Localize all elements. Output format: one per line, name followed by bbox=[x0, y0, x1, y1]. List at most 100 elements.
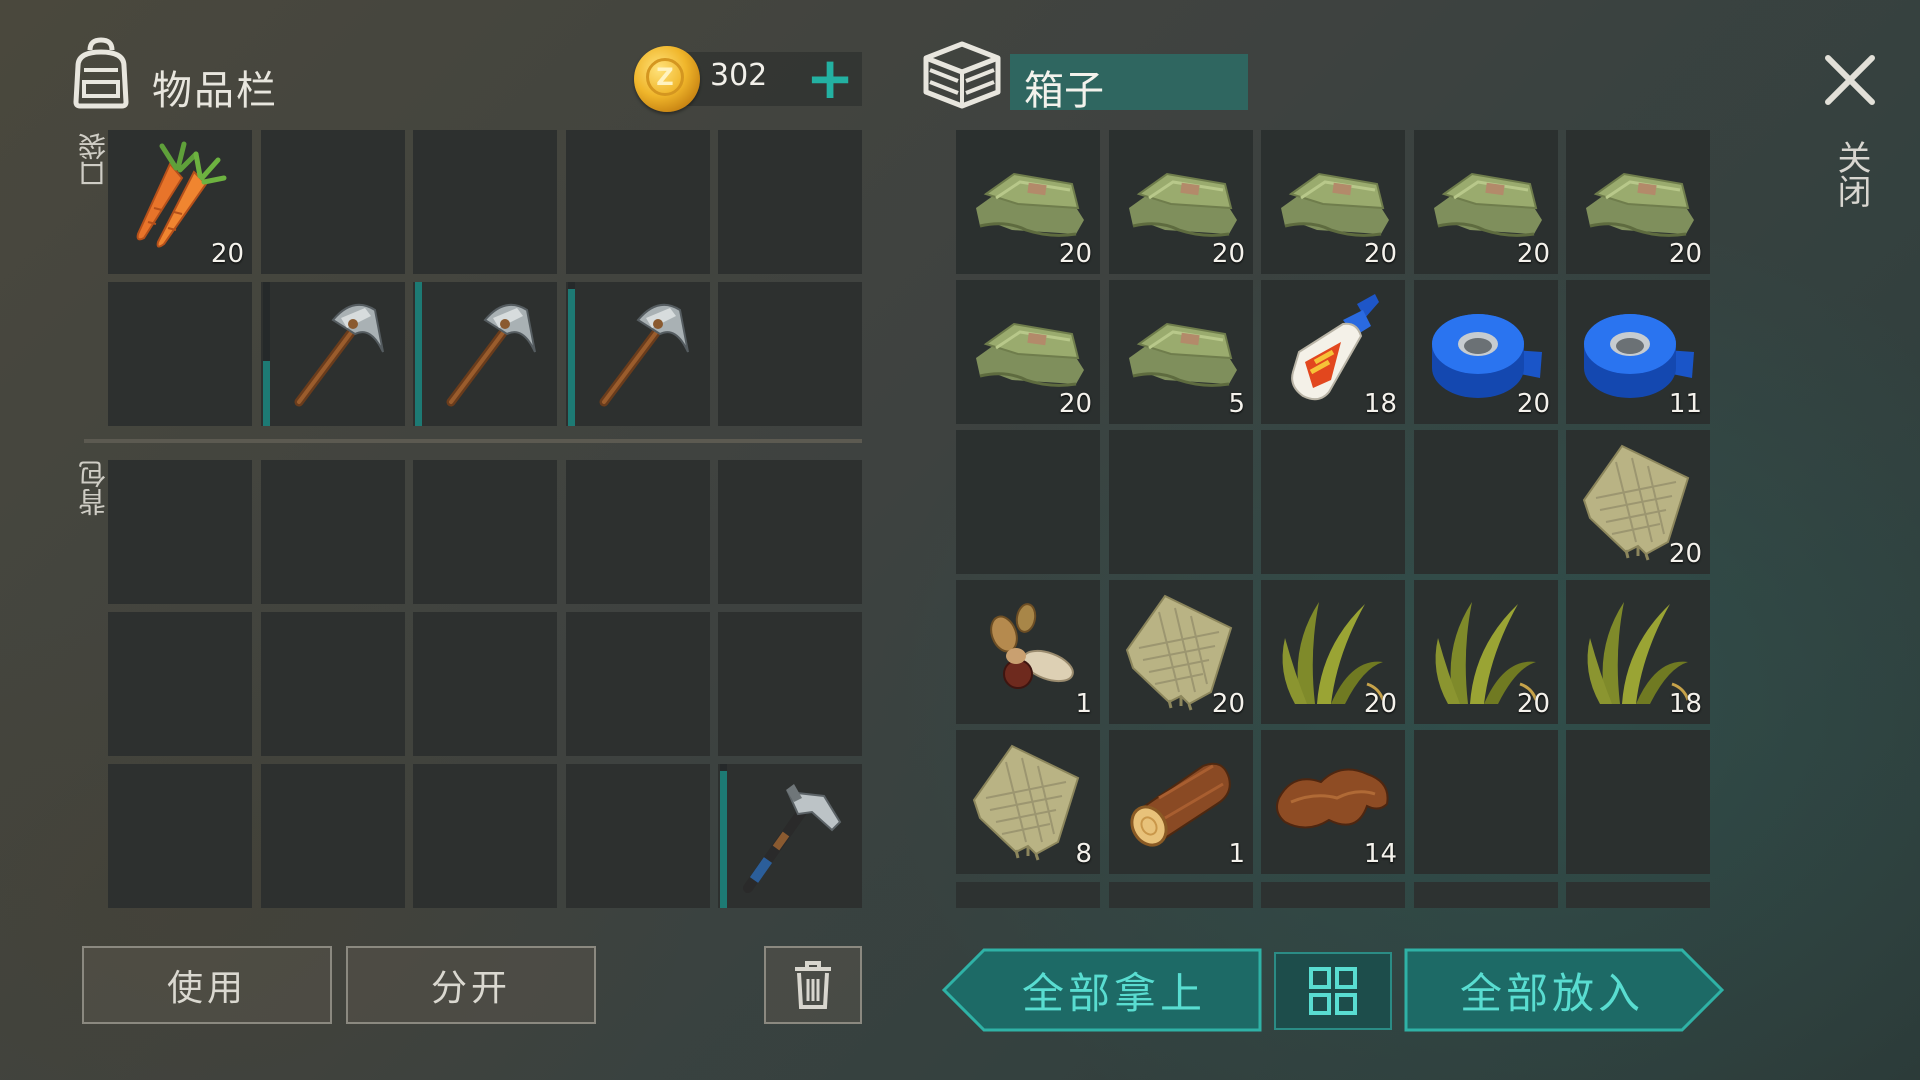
box-slot-partial[interactable] bbox=[956, 882, 1100, 908]
box-slot[interactable]: 5 bbox=[1109, 280, 1253, 424]
backpack-slot[interactable] bbox=[108, 460, 252, 604]
box-slot[interactable]: 1 bbox=[1109, 730, 1253, 874]
pocket-slot[interactable] bbox=[413, 282, 557, 426]
use-button[interactable]: 使用 bbox=[82, 946, 332, 1024]
box-slot[interactable]: 20 bbox=[1414, 130, 1558, 274]
box-slot[interactable]: 20 bbox=[1109, 130, 1253, 274]
pocket-slot[interactable] bbox=[261, 282, 405, 426]
item-count: 20 bbox=[1668, 539, 1702, 569]
box-slot-partial[interactable] bbox=[1261, 882, 1405, 908]
put-all-button[interactable]: 全部放入 bbox=[1404, 948, 1726, 1032]
box-slot[interactable]: 20 bbox=[1566, 130, 1710, 274]
box-slot[interactable]: 8 bbox=[956, 730, 1100, 874]
pocket-slot[interactable] bbox=[566, 130, 710, 274]
pickaxe-icon bbox=[271, 290, 395, 414]
box-slot[interactable]: 11 bbox=[1566, 280, 1710, 424]
item-count: 1 bbox=[1228, 839, 1245, 869]
backpack-slot[interactable] bbox=[108, 612, 252, 756]
pocket-slot[interactable] bbox=[718, 130, 862, 274]
box-slot[interactable] bbox=[1414, 730, 1558, 874]
pickaxe-icon bbox=[423, 290, 547, 414]
item-count: 14 bbox=[1363, 839, 1397, 869]
pocket-slot[interactable] bbox=[566, 282, 710, 426]
item-count: 20 bbox=[1363, 239, 1397, 269]
cloth-icon bbox=[1119, 288, 1243, 412]
box-slot[interactable] bbox=[1109, 430, 1253, 574]
pocket-slot[interactable] bbox=[261, 130, 405, 274]
log-icon bbox=[1119, 738, 1243, 862]
split-button[interactable]: 分开 bbox=[346, 946, 596, 1024]
trash-button[interactable] bbox=[764, 946, 862, 1024]
durability-bar bbox=[720, 771, 727, 908]
durability-bar bbox=[263, 361, 270, 426]
backpack-slot[interactable] bbox=[718, 460, 862, 604]
split-button-label: 分开 bbox=[430, 968, 511, 1009]
coin-icon: Z bbox=[634, 46, 700, 112]
box-slot[interactable] bbox=[1261, 430, 1405, 574]
sort-button[interactable] bbox=[1274, 952, 1392, 1030]
close-label[interactable]: 关闭 bbox=[1831, 140, 1872, 208]
box-slot[interactable]: 14 bbox=[1261, 730, 1405, 874]
section-divider bbox=[84, 439, 862, 443]
box-slot[interactable]: 18 bbox=[1566, 580, 1710, 724]
sort-grid-icon bbox=[1309, 967, 1357, 1015]
box-slot[interactable]: 20 bbox=[1414, 280, 1558, 424]
take-all-label: 全部拿上 bbox=[1021, 968, 1206, 1018]
item-count: 20 bbox=[1516, 239, 1550, 269]
backpack-slot[interactable] bbox=[413, 612, 557, 756]
item-count: 20 bbox=[1363, 689, 1397, 719]
hatchet-icon bbox=[728, 772, 852, 896]
box-slot-partial[interactable] bbox=[1566, 882, 1710, 908]
item-count: 20 bbox=[1668, 239, 1702, 269]
pocket-slot[interactable] bbox=[413, 130, 557, 274]
item-count: 8 bbox=[1075, 839, 1092, 869]
backpack-slot[interactable] bbox=[261, 460, 405, 604]
box-slot[interactable]: 1 bbox=[956, 580, 1100, 724]
backpack-slot[interactable] bbox=[718, 764, 862, 908]
close-icon[interactable] bbox=[1822, 52, 1878, 108]
item-count: 18 bbox=[1668, 689, 1702, 719]
add-coins-button[interactable]: + bbox=[800, 48, 860, 108]
backpack-slot[interactable] bbox=[413, 460, 557, 604]
coin-amount: 302 bbox=[710, 58, 768, 93]
box-slot[interactable]: 20 bbox=[1261, 130, 1405, 274]
box-slot-partial[interactable] bbox=[1414, 882, 1558, 908]
box-slot-partial[interactable] bbox=[1109, 882, 1253, 908]
backpack-slot[interactable] bbox=[566, 460, 710, 604]
item-count: 20 bbox=[1516, 389, 1550, 419]
crate-icon bbox=[923, 41, 1001, 109]
item-count: 20 bbox=[1211, 689, 1245, 719]
pocket-slot[interactable] bbox=[108, 282, 252, 426]
box-slot[interactable] bbox=[1566, 730, 1710, 874]
backpack-icon bbox=[73, 37, 129, 109]
put-all-label: 全部放入 bbox=[1459, 968, 1644, 1018]
durability-bar bbox=[415, 282, 422, 426]
seeds-icon bbox=[966, 588, 1090, 712]
item-count: 5 bbox=[1228, 389, 1245, 419]
trash-icon bbox=[795, 961, 831, 1009]
item-count: 20 bbox=[210, 239, 244, 269]
item-count: 1 bbox=[1075, 689, 1092, 719]
pocket-slot[interactable]: 20 bbox=[108, 130, 252, 274]
item-count: 20 bbox=[1058, 389, 1092, 419]
backpack-slot[interactable] bbox=[718, 612, 862, 756]
backpack-slot[interactable] bbox=[108, 764, 252, 908]
box-slot[interactable] bbox=[1414, 430, 1558, 574]
box-slot[interactable]: 20 bbox=[1414, 580, 1558, 724]
backpack-slot[interactable] bbox=[261, 612, 405, 756]
box-slot[interactable]: 20 bbox=[956, 280, 1100, 424]
box-slot[interactable]: 20 bbox=[1109, 580, 1253, 724]
item-count: 18 bbox=[1363, 389, 1397, 419]
box-slot[interactable]: 20 bbox=[1566, 430, 1710, 574]
backpack-slot[interactable] bbox=[566, 612, 710, 756]
pocket-slot[interactable] bbox=[718, 282, 862, 426]
backpack-slot[interactable] bbox=[413, 764, 557, 908]
item-count: 11 bbox=[1668, 389, 1702, 419]
box-slot[interactable]: 20 bbox=[1261, 580, 1405, 724]
box-slot[interactable]: 18 bbox=[1261, 280, 1405, 424]
take-all-button[interactable]: 全部拿上 bbox=[940, 948, 1262, 1032]
box-slot[interactable]: 20 bbox=[956, 130, 1100, 274]
backpack-slot[interactable] bbox=[261, 764, 405, 908]
backpack-slot[interactable] bbox=[566, 764, 710, 908]
box-slot[interactable] bbox=[956, 430, 1100, 574]
